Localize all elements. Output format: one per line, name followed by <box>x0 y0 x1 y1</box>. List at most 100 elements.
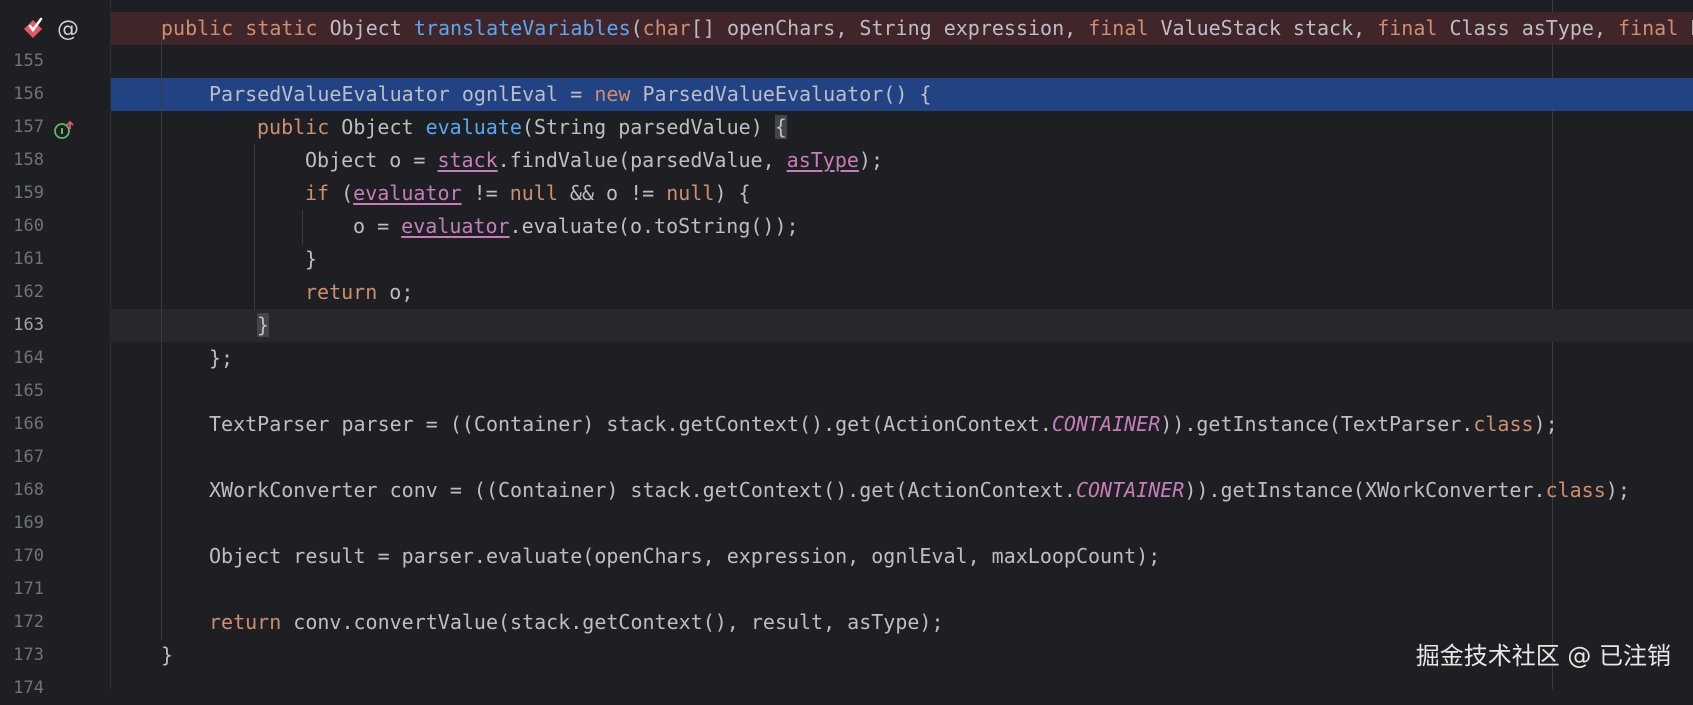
code-token: if <box>305 181 342 205</box>
code-line[interactable]: 171 <box>0 573 1693 606</box>
at-sign-glyph: @ <box>57 16 79 42</box>
line-number[interactable]: 173 <box>0 639 44 672</box>
line-number[interactable]: 160 <box>0 210 44 243</box>
code-token: ParsedValueEvaluator() { <box>642 82 932 106</box>
code-token: public static <box>161 16 330 40</box>
code-text[interactable]: public Object evaluate(String parsedValu… <box>257 111 787 144</box>
indent-guide <box>161 40 162 640</box>
code-token: ); <box>1605 478 1630 502</box>
line-number[interactable]: 156 <box>0 78 44 111</box>
code-token: ParsedValueEvaluator ognlEval = <box>209 82 595 106</box>
code-line[interactable]: 165 <box>0 375 1693 408</box>
code-token: .findValue(parsedValue, <box>497 148 787 172</box>
code-token: TextParser parser = ((Container) stack.g… <box>209 412 1052 436</box>
code-text[interactable]: XWorkConverter conv = ((Container) stack… <box>209 474 1630 507</box>
code-token: public <box>257 115 342 139</box>
code-token: conv.convertValue(stack.getContext(), re… <box>293 610 944 634</box>
code-token: ( <box>630 16 643 40</box>
code-token: } <box>257 313 270 337</box>
code-token: XWorkConverter conv = ((Container) stack… <box>209 478 1076 502</box>
code-line[interactable]: 164}; <box>0 342 1693 375</box>
code-editor[interactable]: public static Object translateVariables(… <box>0 0 1693 698</box>
code-token: (String parsedValue) <box>521 115 775 139</box>
code-token: ( <box>341 181 354 205</box>
code-token: .evaluate(o.toString()); <box>509 214 799 238</box>
code-line[interactable]: 166 TextParser parser = ((Container) stac… <box>0 408 1693 441</box>
watermark: 掘金技术社区 @ 已注销 <box>1415 642 1671 670</box>
code-token: ); <box>858 148 883 172</box>
code-token: null <box>509 181 558 205</box>
code-token: { <box>774 115 787 139</box>
code-line[interactable]: 167 <box>0 441 1693 474</box>
code-token: ); <box>1533 412 1558 436</box>
line-number[interactable]: 158 <box>0 144 44 177</box>
line-number[interactable]: 162 <box>0 276 44 309</box>
line-number[interactable]: 165 <box>0 375 44 408</box>
code-token: return <box>209 610 294 634</box>
code-token: evaluate <box>425 115 522 139</box>
code-text[interactable]: return o; <box>305 276 413 309</box>
code-token: [] openChars, String expression, <box>690 16 1089 40</box>
code-token: )).getInstance(XWorkConverter. <box>1184 478 1546 502</box>
implements-up-arrow-icon[interactable] <box>52 118 76 142</box>
code-text[interactable]: if (evaluator != null && o != null) { <box>305 177 751 210</box>
code-text[interactable]: return conv.convertValue(stack.getContex… <box>209 606 944 639</box>
indent-guide <box>302 210 303 244</box>
code-text[interactable]: Object result = parser.evaluate(openChar… <box>209 540 1160 573</box>
code-text[interactable]: o = evaluator.evaluate(o.toString()); <box>353 210 799 243</box>
code-token: }; <box>209 346 234 370</box>
code-token: Class asType, <box>1449 16 1619 40</box>
code-line[interactable]: 172 return conv.convertValue(stack.getCon… <box>0 606 1693 639</box>
code-line[interactable]: 155 <box>0 45 1693 78</box>
code-token: final <box>1377 16 1450 40</box>
line-number[interactable]: 155 <box>0 45 44 78</box>
line-number[interactable]: 172 <box>0 606 44 639</box>
code-text[interactable]: } <box>257 309 270 342</box>
code-token: return <box>305 280 390 304</box>
code-token: class <box>1545 478 1606 502</box>
breakpoint-check-icon[interactable] <box>20 16 46 42</box>
code-text[interactable]: public static Object translateVariables(… <box>161 12 1693 45</box>
line-number[interactable]: 167 <box>0 441 44 474</box>
code-line[interactable]: 157 public Object evaluate(String parsedV… <box>0 111 1693 144</box>
code-token: Object result = parser.evaluate(openChar… <box>209 544 1161 568</box>
code-token: Object <box>341 115 426 139</box>
code-token: ValueStack stack, <box>1160 16 1378 40</box>
code-line[interactable]: 156 ParsedValueEvaluator ognlEval = new P… <box>0 78 1693 111</box>
code-text[interactable]: } <box>161 639 173 672</box>
line-number[interactable]: 161 <box>0 243 44 276</box>
code-token: evaluator <box>401 214 510 238</box>
code-token: class <box>1473 412 1534 436</box>
line-number[interactable]: 166 <box>0 408 44 441</box>
code-token: final <box>1618 16 1691 40</box>
code-text[interactable]: Object o = stack.findValue(parsedValue, … <box>305 144 883 177</box>
code-token: char <box>642 16 691 40</box>
code-token: CONTAINER <box>1051 412 1161 436</box>
code-token: o = <box>353 214 402 238</box>
line-number[interactable]: 164 <box>0 342 44 375</box>
code-text[interactable]: TextParser parser = ((Container) stack.g… <box>209 408 1558 441</box>
code-line[interactable]: 170 Object result = parser.evaluate(openC… <box>0 540 1693 573</box>
code-token: && o != <box>557 181 667 205</box>
at-sign-icon[interactable]: @ <box>55 16 81 42</box>
line-number[interactable]: 169 <box>0 507 44 540</box>
code-line[interactable]: public static Object translateVariables(… <box>0 12 1693 45</box>
line-number[interactable]: 171 <box>0 573 44 606</box>
code-line[interactable]: 163} <box>0 309 1693 342</box>
code-line[interactable]: 169 <box>0 507 1693 540</box>
code-text[interactable]: } <box>305 243 317 276</box>
code-token: Object o = <box>305 148 438 172</box>
code-token: } <box>161 643 174 667</box>
code-text[interactable]: }; <box>209 342 233 375</box>
code-token: o; <box>389 280 414 304</box>
line-number[interactable]: 163 <box>0 309 44 342</box>
line-number[interactable]: 168 <box>0 474 44 507</box>
code-line[interactable]: 168 XWorkConverter conv = ((Container) st… <box>0 474 1693 507</box>
code-token: CONTAINER <box>1075 478 1185 502</box>
line-number[interactable]: 157 <box>0 111 44 144</box>
code-token: new <box>594 82 643 106</box>
code-text[interactable]: ParsedValueEvaluator ognlEval = new Pars… <box>209 78 931 111</box>
line-number[interactable]: 159 <box>0 177 44 210</box>
code-token: final <box>1088 16 1161 40</box>
line-number[interactable]: 170 <box>0 540 44 573</box>
